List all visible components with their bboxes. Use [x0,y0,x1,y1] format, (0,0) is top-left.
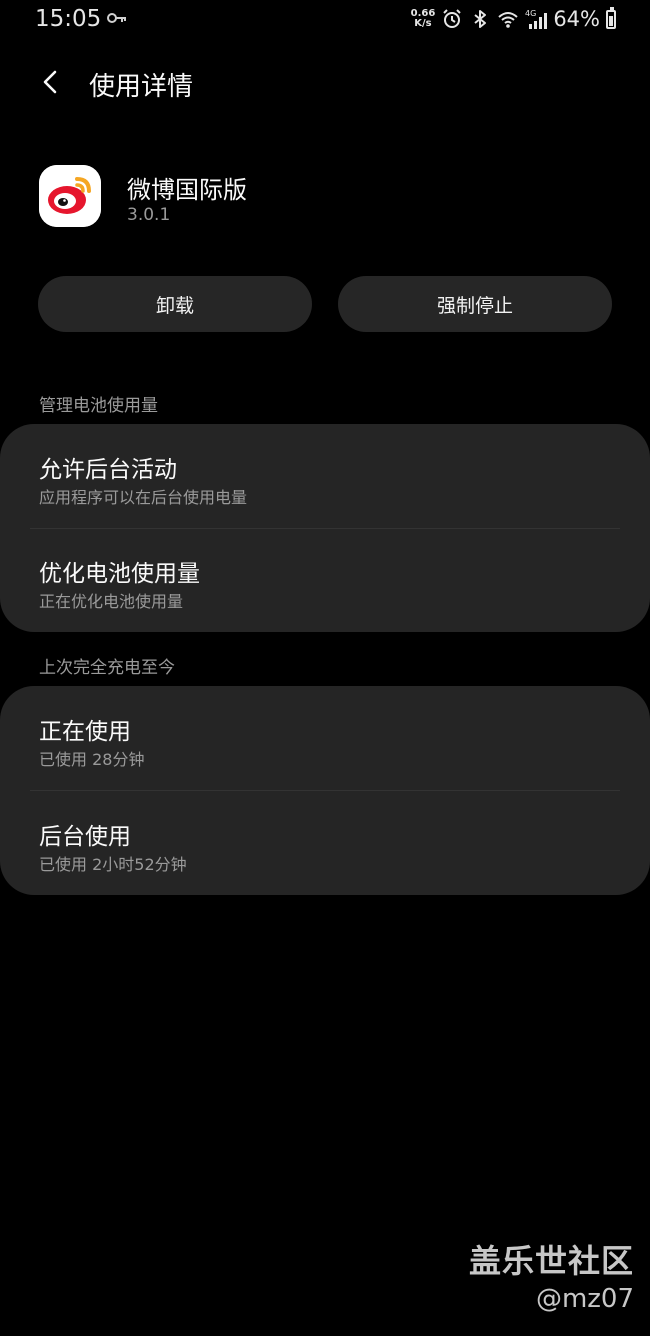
usage-details-screen: 15:05 0.66 K/s 4G 64% 使用详情 微博国际版 3.0.1 卸… [0,0,650,1336]
watermark-user: @mz07 [535,1284,634,1314]
vpn-key-icon [107,13,126,23]
page-title: 使用详情 [89,72,194,102]
allow-background-activity-item[interactable]: 允许后台活动 应用程序可以在后台使用电量 [0,424,650,528]
list-item-title: 优化电池使用量 [39,561,200,587]
cellular-signal-icon: 4G [525,9,548,29]
list-item-subtitle: 应用程序可以在后台使用电量 [39,488,248,507]
list-item-subtitle: 已使用 28分钟 [39,750,145,769]
list-item-title: 正在使用 [39,719,131,745]
battery-fill [609,15,613,26]
background-usage-item[interactable]: 后台使用 已使用 2小时52分钟 [0,791,650,895]
weibo-logo-icon [39,165,101,227]
app-version: 3.0.1 [127,205,171,225]
weibo-logo-graphic [39,165,101,227]
network-type: 4G [525,9,536,18]
usage-section-header: 上次完全充电至今 [39,658,175,678]
optimize-battery-usage-item[interactable]: 优化电池使用量 正在优化电池使用量 [0,528,650,632]
network-speed-unit: K/s [414,18,432,29]
status-icons: 0.66 K/s 4G 64% [411,5,616,33]
list-item-subtitle: 已使用 2小时52分钟 [39,855,187,874]
alarm-icon [443,9,462,28]
app-bar: 使用详情 [0,52,650,114]
battery-percent: 64% [553,7,600,31]
network-speed: 0.66 K/s [411,9,436,29]
chevron-left-icon[interactable] [26,58,74,106]
battery-settings-card: 允许后台活动 应用程序可以在后台使用电量 优化电池使用量 正在优化电池使用量 [0,424,650,632]
app-name: 微博国际版 [127,176,247,204]
usage-card: 正在使用 已使用 28分钟 后台使用 已使用 2小时52分钟 [0,686,650,895]
battery-section-header: 管理电池使用量 [39,396,158,416]
uninstall-button[interactable]: 卸载 [38,276,312,332]
bluetooth-icon [474,10,487,28]
status-bar: 15:05 0.66 K/s 4G 64% [0,0,650,38]
battery-icon [606,6,616,29]
status-time: 15:05 [35,6,102,32]
foreground-usage-item[interactable]: 正在使用 已使用 28分钟 [0,686,650,790]
list-item-title: 允许后台活动 [39,457,177,483]
watermark-site: 盖乐世社区 [468,1242,634,1280]
list-item-title: 后台使用 [39,824,131,850]
wifi-icon [498,12,518,28]
list-item-subtitle: 正在优化电池使用量 [39,592,184,611]
force-stop-button[interactable]: 强制停止 [338,276,612,332]
